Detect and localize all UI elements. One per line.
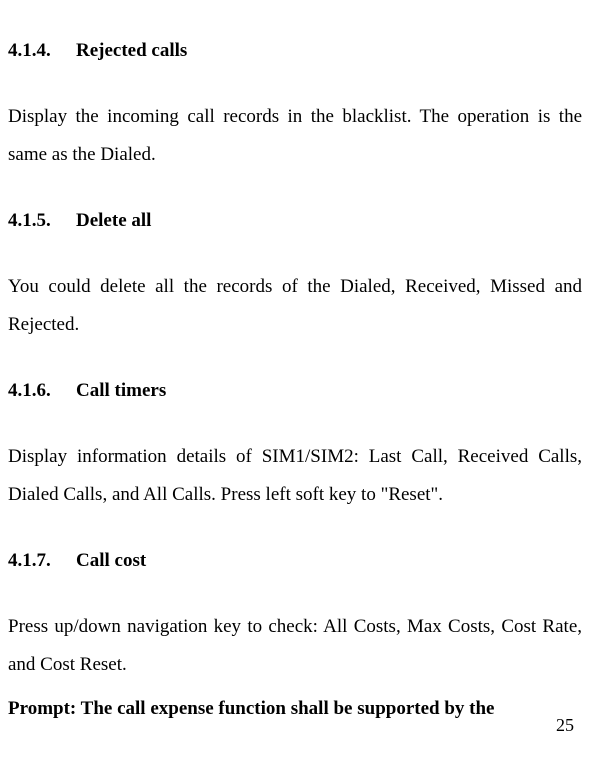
heading-number: 4.1.6. (8, 372, 76, 410)
section-body-call-cost: Press up/down navigation key to check: A… (8, 608, 582, 684)
prompt-text: Prompt: The call expense function shall … (8, 690, 582, 728)
heading-number: 4.1.4. (8, 32, 76, 70)
heading-number: 4.1.7. (8, 542, 76, 580)
heading-number: 4.1.5. (8, 202, 76, 240)
heading-title: Delete all (76, 202, 151, 240)
section-heading-delete-all: 4.1.5. Delete all (8, 202, 582, 240)
heading-title: Rejected calls (76, 32, 187, 70)
page-number: 25 (556, 707, 574, 743)
section-body-delete-all: You could delete all the records of the … (8, 268, 582, 344)
section-heading-call-cost: 4.1.7. Call cost (8, 542, 582, 580)
section-heading-rejected-calls: 4.1.4. Rejected calls (8, 32, 582, 70)
section-body-call-timers: Display information details of SIM1/SIM2… (8, 438, 582, 514)
section-heading-call-timers: 4.1.6. Call timers (8, 372, 582, 410)
heading-title: Call cost (76, 542, 146, 580)
heading-title: Call timers (76, 372, 166, 410)
section-body-rejected-calls: Display the incoming call records in the… (8, 98, 582, 174)
